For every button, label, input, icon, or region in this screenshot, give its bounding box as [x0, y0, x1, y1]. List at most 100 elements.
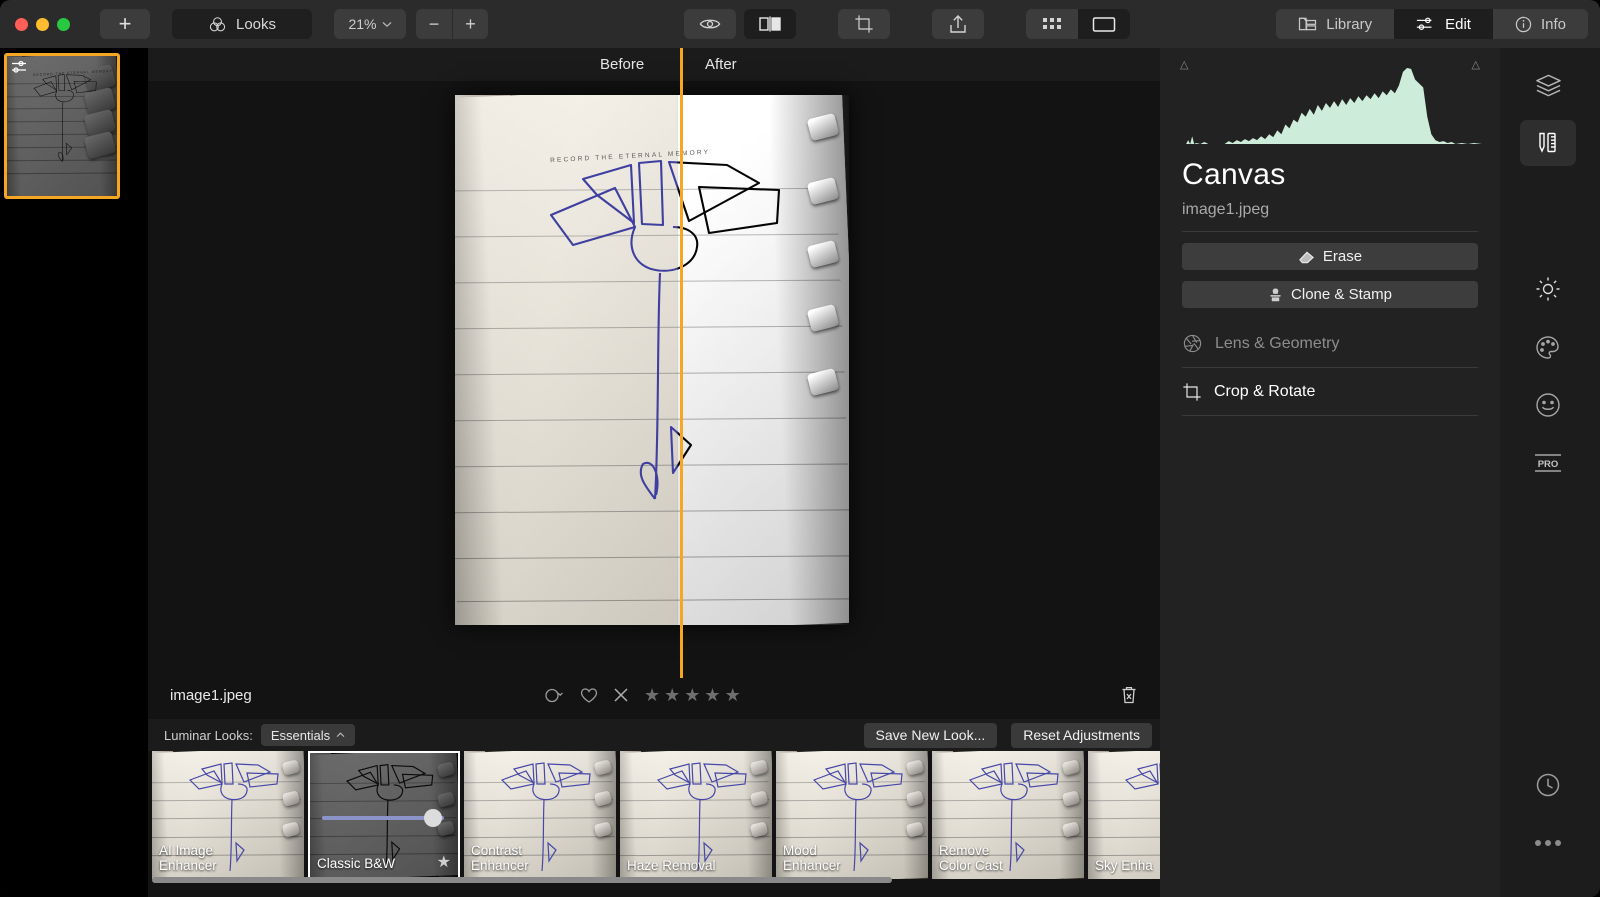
crop-tool-button[interactable]	[838, 9, 890, 39]
clone-stamp-button[interactable]: Clone & Stamp	[1182, 281, 1478, 308]
look-item[interactable]: Classic B&W ★	[308, 751, 460, 879]
minimize-button[interactable]	[36, 17, 49, 31]
edit-tools	[838, 9, 890, 39]
aperture-icon	[1182, 333, 1203, 354]
looks-collection-select[interactable]: Essentials	[260, 724, 356, 746]
chevron-down-icon	[382, 21, 392, 28]
crop-icon	[854, 14, 874, 34]
zoom-level-select[interactable]: 21%	[334, 9, 406, 39]
look-name: Sky Enha	[1095, 858, 1153, 873]
grid-view-icon	[1042, 16, 1062, 32]
mode-tabs: Library Edit Info	[1276, 9, 1588, 39]
zoom-out-button[interactable]: −	[416, 9, 452, 39]
page-title: Canvas	[1182, 158, 1286, 191]
star-1[interactable]: ★	[644, 685, 660, 706]
look-item[interactable]: Sky Enha	[1088, 751, 1160, 879]
looks-actions: Save New Look... Reset Adjustments	[863, 722, 1152, 748]
compare-toggle-button[interactable]	[744, 9, 796, 39]
trash-x-icon[interactable]	[1120, 685, 1138, 705]
looks-button[interactable]: Looks	[172, 9, 312, 39]
star-4[interactable]: ★	[704, 685, 720, 706]
crop-icon	[1182, 382, 1202, 402]
looks-collection-value: Essentials	[270, 727, 331, 743]
close-button[interactable]	[15, 17, 28, 31]
filmstrip-thumbnail[interactable]: RECORD THE ETERNAL MEMORY	[4, 53, 120, 199]
single-view-icon	[1092, 16, 1116, 33]
history-clock-icon	[1535, 772, 1561, 798]
star-rating[interactable]: ★ ★ ★ ★ ★	[644, 685, 741, 706]
look-item[interactable]: Mood Enhancer	[776, 751, 928, 879]
sun-icon	[1535, 276, 1561, 302]
look-item[interactable]: Remove Color Cast	[932, 751, 1084, 879]
divider	[1182, 231, 1478, 232]
share-button[interactable]	[932, 9, 984, 39]
looks-label: Looks	[235, 15, 277, 33]
split-compare-icon	[758, 15, 782, 33]
photo-preview[interactable]: RECORD THE ETERNAL MEMORY	[455, 95, 849, 625]
look-item[interactable]: Contrast Enhancer	[464, 751, 616, 879]
look-item[interactable]: AI Image Enhancer	[152, 751, 304, 879]
tab-library[interactable]: Library	[1276, 9, 1395, 39]
look-name: Contrast Enhancer	[471, 843, 529, 873]
zoom-in-button[interactable]: +	[452, 9, 488, 39]
look-favorite-star-icon[interactable]: ★	[437, 852, 451, 872]
add-image-button[interactable]: +	[100, 9, 150, 39]
eraser-icon	[1298, 249, 1315, 264]
image-canvas: Before After RECORD THE ETERNAL MEMORY i…	[148, 48, 1160, 897]
luminar-window: + Looks 21% − + Library Edit Info RECORD…	[0, 0, 1600, 897]
rail-item-canvas[interactable]	[1520, 120, 1576, 166]
tab-edit-label: Edit	[1445, 15, 1471, 33]
look-item[interactable]: Haze Removal	[620, 751, 772, 879]
crop-rotate-row[interactable]: Crop & Rotate	[1182, 368, 1478, 416]
tab-info[interactable]: Info	[1492, 9, 1588, 39]
look-name: Classic B&W	[317, 856, 396, 871]
luminar-looks-bar: Luminar Looks: Essentials Save New Look.…	[148, 719, 1160, 751]
looks-scrollbar[interactable]	[152, 877, 892, 883]
image-filename: image1.jpeg	[170, 686, 252, 704]
x-reject-icon[interactable]	[612, 686, 630, 704]
star-2[interactable]: ★	[664, 685, 680, 706]
lens-geometry-row[interactable]: Lens & Geometry	[1182, 320, 1478, 368]
view-tools	[684, 9, 796, 39]
thumbnail-image: RECORD THE ETERNAL MEMORY	[7, 56, 117, 196]
clone-stamp-label: Clone & Stamp	[1291, 286, 1392, 303]
luminar-looks-label: Luminar Looks:	[164, 727, 253, 743]
rail-item-creative[interactable]	[1520, 324, 1576, 370]
single-view-button[interactable]	[1078, 9, 1130, 39]
looks-strip[interactable]: AI Image Enhancer Classic B&W ★ Contrast…	[148, 751, 1160, 885]
sliders-icon	[1416, 16, 1436, 32]
look-amount-slider[interactable]	[322, 809, 444, 827]
rail-item-essentials[interactable]	[1520, 266, 1576, 312]
look-name: AI Image Enhancer	[159, 843, 217, 873]
rail-item-professional[interactable]: PRO	[1520, 440, 1576, 486]
tab-library-label: Library	[1326, 15, 1373, 33]
save-new-look-button[interactable]: Save New Look...	[863, 722, 998, 748]
tab-edit[interactable]: Edit	[1394, 9, 1493, 39]
before-after-split-handle[interactable]	[680, 48, 683, 678]
tool-rail: PRO	[1500, 48, 1600, 897]
svg-text:PRO: PRO	[1538, 459, 1559, 470]
rail-item-history[interactable]	[1520, 762, 1576, 808]
maximize-button[interactable]	[57, 17, 70, 31]
look-amount-knob[interactable]	[424, 809, 442, 827]
portrait-smiley-icon	[1535, 392, 1561, 418]
rotate-icon[interactable]	[544, 686, 566, 704]
star-5[interactable]: ★	[725, 685, 741, 706]
rail-item-portrait[interactable]	[1520, 382, 1576, 428]
preview-toggle-button[interactable]	[684, 9, 736, 39]
layers-icon	[1535, 73, 1562, 97]
lens-geometry-label: Lens & Geometry	[1215, 334, 1340, 352]
panel-filename: image1.jpeg	[1182, 201, 1270, 218]
heart-icon[interactable]	[580, 687, 598, 704]
adjustments-badge-icon	[10, 59, 32, 75]
grid-view-button[interactable]	[1026, 9, 1078, 39]
rail-item-more[interactable]	[1520, 820, 1576, 866]
reset-adjustments-button[interactable]: Reset Adjustments	[1011, 722, 1152, 748]
before-after-bar: Before After	[148, 48, 1160, 81]
tab-info-label: Info	[1540, 15, 1566, 33]
erase-button[interactable]: Erase	[1182, 243, 1478, 270]
after-label: After	[705, 56, 737, 73]
look-name: Haze Removal	[627, 858, 716, 873]
rail-item-layers[interactable]	[1520, 62, 1576, 108]
star-3[interactable]: ★	[684, 685, 700, 706]
